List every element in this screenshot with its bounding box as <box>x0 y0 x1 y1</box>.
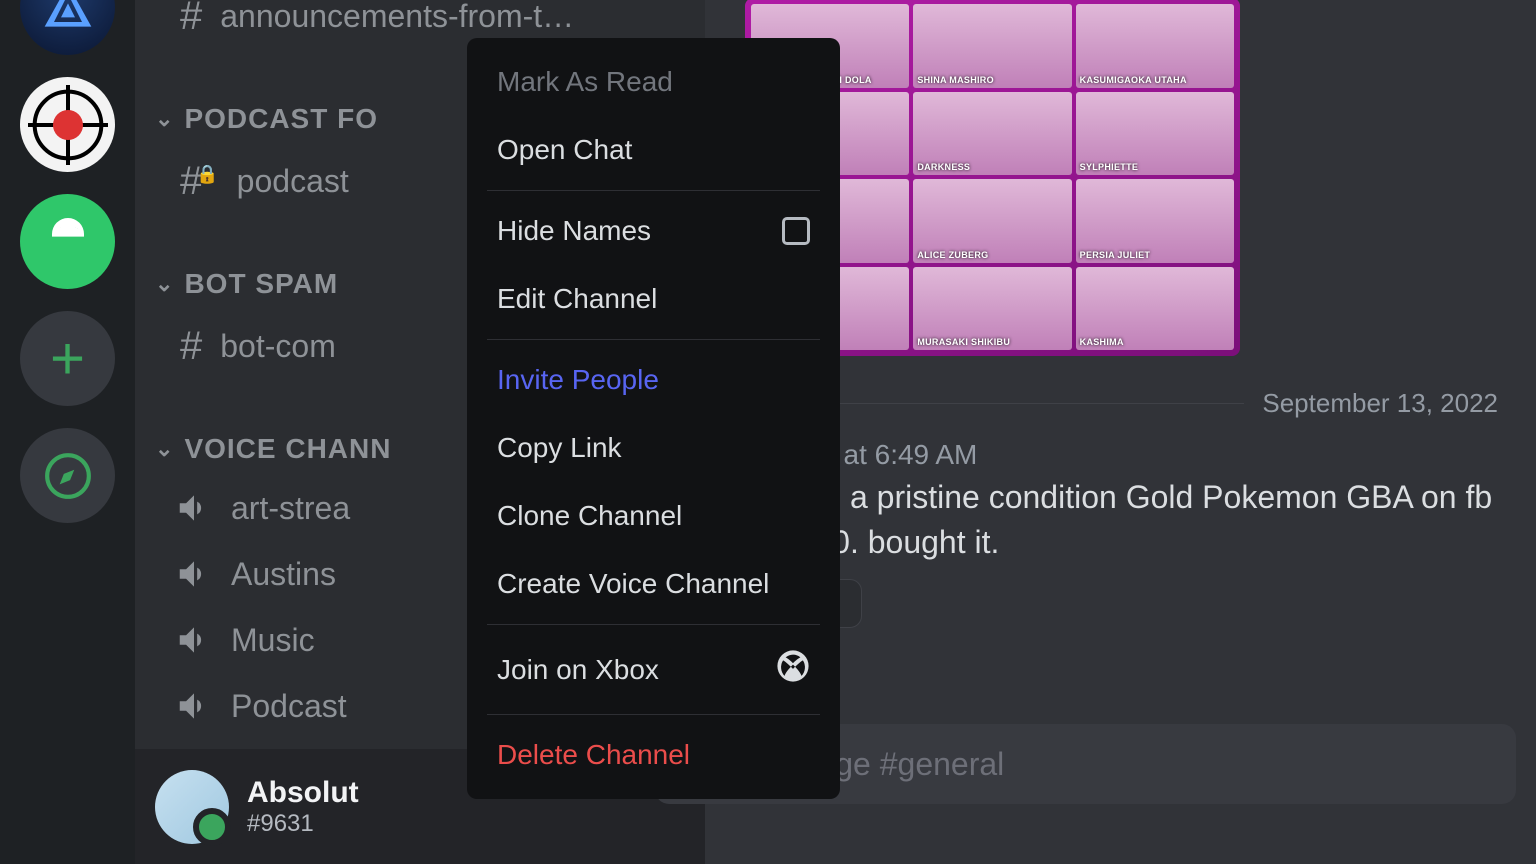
chevron-down-icon: ⌄ <box>155 106 174 132</box>
category-label: VOICE CHANN <box>184 433 391 465</box>
menu-separator <box>487 190 820 191</box>
explore-servers-button[interactable] <box>20 428 115 523</box>
ctx-join-on-xbox[interactable]: Join on Xbox <box>467 631 840 708</box>
speaker-icon <box>175 687 213 725</box>
menu-separator <box>487 714 820 715</box>
lock-icon: 🔒 <box>196 164 218 184</box>
speaker-icon <box>175 489 213 527</box>
divider-date-label: September 13, 2022 <box>1244 388 1516 419</box>
chevron-down-icon: ⌄ <box>155 436 174 462</box>
category-label: PODCAST FO <box>184 103 378 135</box>
channel-label: bot-com <box>220 328 336 365</box>
server-icon-aztec[interactable] <box>20 0 115 55</box>
ctx-invite-people[interactable]: Invite People <box>467 346 840 414</box>
channel-label: Podcast <box>231 688 347 725</box>
channel-sidebar: # announcements-from-t… ⌄ PODCAST FO #🔒 … <box>135 0 705 864</box>
ctx-open-chat[interactable]: Open Chat <box>467 116 840 184</box>
speaker-icon <box>175 555 213 593</box>
channel-label: Music <box>231 622 315 659</box>
category-label: BOT SPAM <box>184 268 338 300</box>
server-icon-crosshair[interactable] <box>20 77 115 172</box>
menu-separator <box>487 339 820 340</box>
xbox-icon <box>776 649 810 690</box>
server-icon-android[interactable] <box>20 194 115 289</box>
user-discriminator: #9631 <box>247 810 359 838</box>
message-reactions: 👍 1 <box>761 579 1516 628</box>
chevron-down-icon: ⌄ <box>155 271 174 297</box>
ctx-clone-channel[interactable]: Clone Channel <box>467 482 840 550</box>
server-rail: + <box>0 0 135 864</box>
hash-icon: #🔒 <box>180 159 219 204</box>
user-name: Absolut <box>247 776 359 810</box>
speaker-icon <box>175 621 213 659</box>
channel-label: art-strea <box>231 490 350 527</box>
ctx-mark-as-read[interactable]: Mark As Read <box>467 48 840 116</box>
checkbox-icon[interactable] <box>782 217 810 245</box>
menu-separator <box>487 624 820 625</box>
user-info: Absolut #9631 <box>247 776 359 838</box>
message-content: found a pristine condition Gold Pokemon … <box>761 475 1516 565</box>
user-avatar[interactable] <box>155 770 229 844</box>
message-timestamp: Today at 6:49 AM <box>761 439 1516 471</box>
ctx-copy-link[interactable]: Copy Link <box>467 414 840 482</box>
channel-context-menu: Mark As Read Open Chat Hide Names Edit C… <box>467 38 840 799</box>
ctx-delete-channel[interactable]: Delete Channel <box>467 721 840 789</box>
hash-icon: # <box>180 0 202 39</box>
channel-label: Austins <box>231 556 336 593</box>
channel-label: announcements-from-t… <box>220 0 574 35</box>
ctx-create-voice-channel[interactable]: Create Voice Channel <box>467 550 840 618</box>
ctx-hide-names[interactable]: Hide Names <box>467 197 840 265</box>
hash-icon: # <box>180 324 202 369</box>
ctx-edit-channel[interactable]: Edit Channel <box>467 265 840 333</box>
channel-label: podcast <box>237 163 349 200</box>
add-server-button[interactable]: + <box>20 311 115 406</box>
